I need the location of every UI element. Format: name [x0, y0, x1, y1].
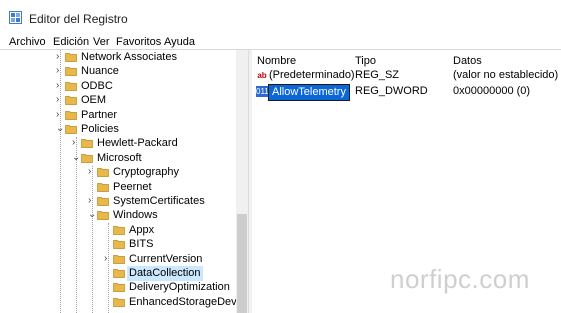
folder-icon: [65, 81, 77, 91]
tree-node-label: SystemCertificates: [113, 195, 205, 207]
folder-icon: [113, 297, 125, 307]
tree-node[interactable]: › Network Associates: [0, 50, 236, 65]
expand-chevron-icon[interactable]: ›: [72, 138, 80, 148]
tree-node-label: Cryptography: [113, 166, 180, 179]
tree-node[interactable]: Peernet: [0, 180, 236, 195]
registry-tree[interactable]: › Network Associates › Nuance › ODBC › OEM › Part…: [0, 50, 248, 313]
value-data: 0x00000000 (0): [453, 85, 531, 97]
folder-icon: [97, 197, 109, 206]
tree-node[interactable]: ⌄ Policies: [0, 122, 236, 137]
tree-node-label: Policies: [81, 123, 119, 135]
tree-node[interactable]: › OEM: [0, 93, 236, 108]
tree-node[interactable]: › CurrentVersion: [0, 252, 236, 267]
tree-node[interactable]: › SystemCertificates: [0, 194, 236, 209]
folder-icon: [113, 240, 125, 250]
tree-node-label: BITS: [129, 238, 154, 251]
menu-ayuda[interactable]: Ayuda: [164, 36, 195, 48]
expand-chevron-icon[interactable]: ›: [56, 52, 64, 62]
tree-node[interactable]: BITS: [0, 237, 236, 252]
value-name: (Predeterminado): [269, 69, 355, 81]
folder-icon: [97, 168, 109, 178]
tree-node-label: Hewlett-Packard: [97, 137, 178, 150]
expand-chevron-icon[interactable]: ›: [56, 95, 64, 105]
folder-icon: [113, 269, 125, 278]
folder-icon: [65, 110, 77, 120]
tree-scrollbar-thumb[interactable]: [237, 214, 247, 313]
folder-icon: [65, 96, 77, 106]
tree-node-label: Peernet: [113, 180, 152, 193]
tree-node[interactable]: › Partner: [0, 108, 236, 123]
collapse-chevron-icon[interactable]: ⌄: [72, 152, 80, 163]
folder-icon: [97, 182, 109, 192]
folder-icon: [65, 67, 77, 77]
tree-node-label: CurrentVersion: [129, 252, 203, 265]
value-row[interactable]: ab (Predeterminado) REG_SZ (valor no est…: [252, 68, 561, 83]
expand-chevron-icon[interactable]: ›: [88, 167, 96, 177]
column-header-data[interactable]: Datos: [453, 55, 482, 67]
tree-node[interactable]: DeliveryOptimization: [0, 280, 236, 295]
tree-node[interactable]: › Cryptography: [0, 165, 236, 180]
expand-chevron-icon[interactable]: ›: [88, 196, 96, 206]
folder-icon: [113, 283, 125, 293]
folder-icon: [81, 139, 93, 149]
column-header-name[interactable]: Nombre: [257, 55, 296, 67]
value-row-selected[interactable]: 011 AllowTelemetry REG_DWORD 0x00000000 …: [252, 84, 561, 101]
folder-icon: [113, 254, 125, 264]
tree-node-label: OEM: [81, 94, 107, 107]
title-bar: Editor del Registro: [0, 0, 561, 33]
menu-ver[interactable]: Ver: [93, 36, 110, 48]
expand-chevron-icon[interactable]: ›: [56, 109, 64, 120]
column-header-type[interactable]: Tipo: [355, 55, 376, 67]
folder-icon: [97, 211, 109, 221]
tree-node-label: Windows: [113, 209, 158, 222]
tree-node-label: Nuance: [81, 65, 119, 78]
value-type: REG_DWORD: [355, 85, 428, 97]
tree-node-label: EnhancedStorageDevice: [129, 295, 248, 308]
tree-node[interactable]: › Nuance: [0, 64, 236, 79]
rename-value-input[interactable]: AllowTelemetry: [268, 84, 350, 101]
value-data: (valor no establecido): [453, 69, 559, 81]
tree-node-label: Network Associates: [81, 51, 177, 63]
folder-icon: [65, 53, 77, 62]
tree-node[interactable]: › Hewlett-Packard: [0, 136, 236, 151]
menu-archivo[interactable]: Archivo: [9, 36, 46, 48]
regedit-app-icon: [9, 11, 22, 24]
tree-node-label: Microsoft: [97, 151, 142, 164]
string-value-icon: ab: [257, 71, 267, 80]
tree-node[interactable]: DataCollection: [0, 266, 236, 281]
tree-node[interactable]: ⌄ Windows: [0, 208, 236, 223]
collapse-chevron-icon[interactable]: ⌄: [56, 124, 64, 134]
tree-node-label: DeliveryOptimization: [129, 281, 230, 294]
watermark: norfipc.com: [390, 264, 530, 294]
folder-icon: [81, 153, 93, 163]
tree-node[interactable]: ⌄ Microsoft: [0, 151, 236, 166]
tree-node-label: Partner: [81, 108, 118, 121]
collapse-chevron-icon[interactable]: ⌄: [88, 210, 96, 220]
window-title: Editor del Registro: [29, 12, 128, 26]
folder-icon: [113, 225, 125, 235]
tree-node-label: DataCollection: [127, 266, 203, 281]
tree-node[interactable]: Appx: [0, 223, 236, 238]
tree-node-label: Appx: [129, 223, 155, 236]
menu-edicion[interactable]: Edición: [53, 36, 89, 48]
expand-chevron-icon[interactable]: ›: [56, 80, 64, 91]
expand-chevron-icon[interactable]: ›: [56, 66, 64, 76]
folder-icon: [65, 125, 77, 134]
tree-node[interactable]: › ODBC: [0, 79, 236, 94]
value-type: REG_SZ: [355, 69, 400, 81]
tree-node-label: ODBC: [81, 79, 113, 92]
expand-chevron-icon[interactable]: ›: [104, 253, 112, 264]
tree-node[interactable]: EnhancedStorageDevice: [0, 295, 248, 310]
dword-value-icon: 011: [256, 86, 269, 97]
menu-favoritos[interactable]: Favoritos: [116, 36, 161, 48]
